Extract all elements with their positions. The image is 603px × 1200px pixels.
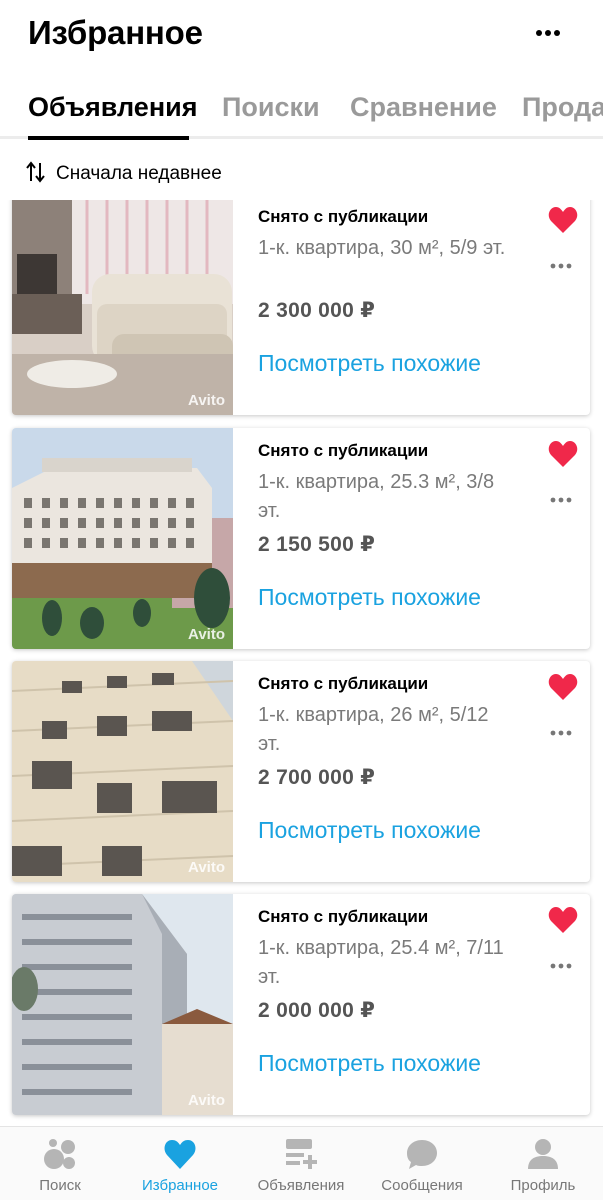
nav-label: Поиск xyxy=(39,1177,81,1194)
nav-label: Сообщения xyxy=(381,1177,463,1194)
chat-bubble-icon xyxy=(405,1137,439,1171)
listing-status: Снято с публикации xyxy=(258,441,429,460)
listing-photo[interactable]: Avito xyxy=(12,661,233,882)
listing-price: 2 000 000 ₽ xyxy=(258,999,376,1022)
listings-add-icon xyxy=(284,1137,318,1171)
avito-watermark: Avito xyxy=(188,859,225,876)
listing-status: Снято с публикации xyxy=(258,207,429,226)
listing-card[interactable]: Avito Снято с публикации 1-к. квартира, … xyxy=(12,661,590,882)
nav-favorites[interactable]: Избранное xyxy=(120,1127,240,1200)
listing-description: 1-к. квартира, 30 м², 5/9 эт. xyxy=(258,237,506,259)
listing-status: Снято с публикации xyxy=(258,674,429,693)
tab-searches[interactable]: Поиски xyxy=(222,92,320,123)
listing-card[interactable]: Avito Снято с публикации 1-к. квартира, … xyxy=(12,894,590,1115)
nav-messages[interactable]: Сообщения xyxy=(362,1127,482,1200)
listing-photo[interactable]: Avito xyxy=(12,428,233,649)
listing-card[interactable]: Avito Снято с публикации 1-к. квартира, … xyxy=(12,428,590,649)
page-title: Избранное xyxy=(28,14,203,51)
nav-label: Избранное xyxy=(141,1177,219,1194)
listing-price: 2 700 000 ₽ xyxy=(258,766,376,789)
heart-icon[interactable] xyxy=(548,673,578,701)
listing-description: 1-к. квартира, 25.4 м², 7/11 эт. xyxy=(258,937,504,988)
sort-arrows-icon xyxy=(26,160,46,188)
see-similar-link[interactable]: Посмотреть похожие xyxy=(258,584,481,611)
bottom-navigation: Поиск Избранное Объявления Сообщения Про… xyxy=(0,1126,603,1200)
avito-watermark: Avito xyxy=(188,392,225,409)
search-bubbles-icon xyxy=(43,1137,77,1171)
heart-icon xyxy=(163,1137,197,1171)
profile-icon xyxy=(526,1137,560,1171)
avito-watermark: Avito xyxy=(188,626,225,643)
avito-watermark: Avito xyxy=(188,1092,225,1109)
nav-search[interactable]: Поиск xyxy=(0,1127,120,1200)
more-options-icon[interactable] xyxy=(533,18,563,48)
see-similar-link[interactable]: Посмотреть похожие xyxy=(258,817,481,844)
tabs: Объявления Поиски Сравнение Прода xyxy=(0,86,603,140)
tab-comparison[interactable]: Сравнение xyxy=(350,92,497,123)
listing-photo[interactable]: Avito xyxy=(12,200,233,415)
heart-icon[interactable] xyxy=(548,906,578,934)
listings-list: Avito Снято с публикации 1-к. квартира, … xyxy=(0,200,603,1126)
active-tab-indicator xyxy=(28,136,189,140)
see-similar-link[interactable]: Посмотреть похожие xyxy=(258,1050,481,1077)
listing-photo[interactable]: Avito xyxy=(12,894,233,1115)
tab-listings[interactable]: Объявления xyxy=(28,92,197,123)
listing-description: 1-к. квартира, 25.3 м², 3/8 эт. xyxy=(258,471,495,522)
listing-price: 2 150 500 ₽ xyxy=(258,533,376,556)
nav-listings[interactable]: Объявления xyxy=(241,1127,361,1200)
card-more-icon[interactable] xyxy=(548,256,574,276)
card-more-icon[interactable] xyxy=(548,956,574,976)
heart-icon[interactable] xyxy=(548,206,578,234)
listing-price: 2 300 000 ₽ xyxy=(258,299,376,322)
header: Избранное xyxy=(0,0,603,80)
listing-status: Снято с публикации xyxy=(258,907,429,926)
listing-description: 1-к. квартира, 26 м², 5/12 эт. xyxy=(258,704,489,755)
nav-label: Объявления xyxy=(257,1177,345,1194)
card-more-icon[interactable] xyxy=(548,723,574,743)
nav-label: Профиль xyxy=(510,1177,576,1194)
tab-sellers[interactable]: Прода xyxy=(522,92,603,123)
nav-profile[interactable]: Профиль xyxy=(483,1127,603,1200)
listing-card[interactable]: Avito Снято с публикации 1-к. квартира, … xyxy=(12,200,590,415)
sort-control[interactable]: Сначала недавнее xyxy=(26,160,222,188)
heart-icon[interactable] xyxy=(548,440,578,468)
card-more-icon[interactable] xyxy=(548,490,574,510)
see-similar-link[interactable]: Посмотреть похожие xyxy=(258,350,481,377)
sort-label: Сначала недавнее xyxy=(56,163,222,184)
